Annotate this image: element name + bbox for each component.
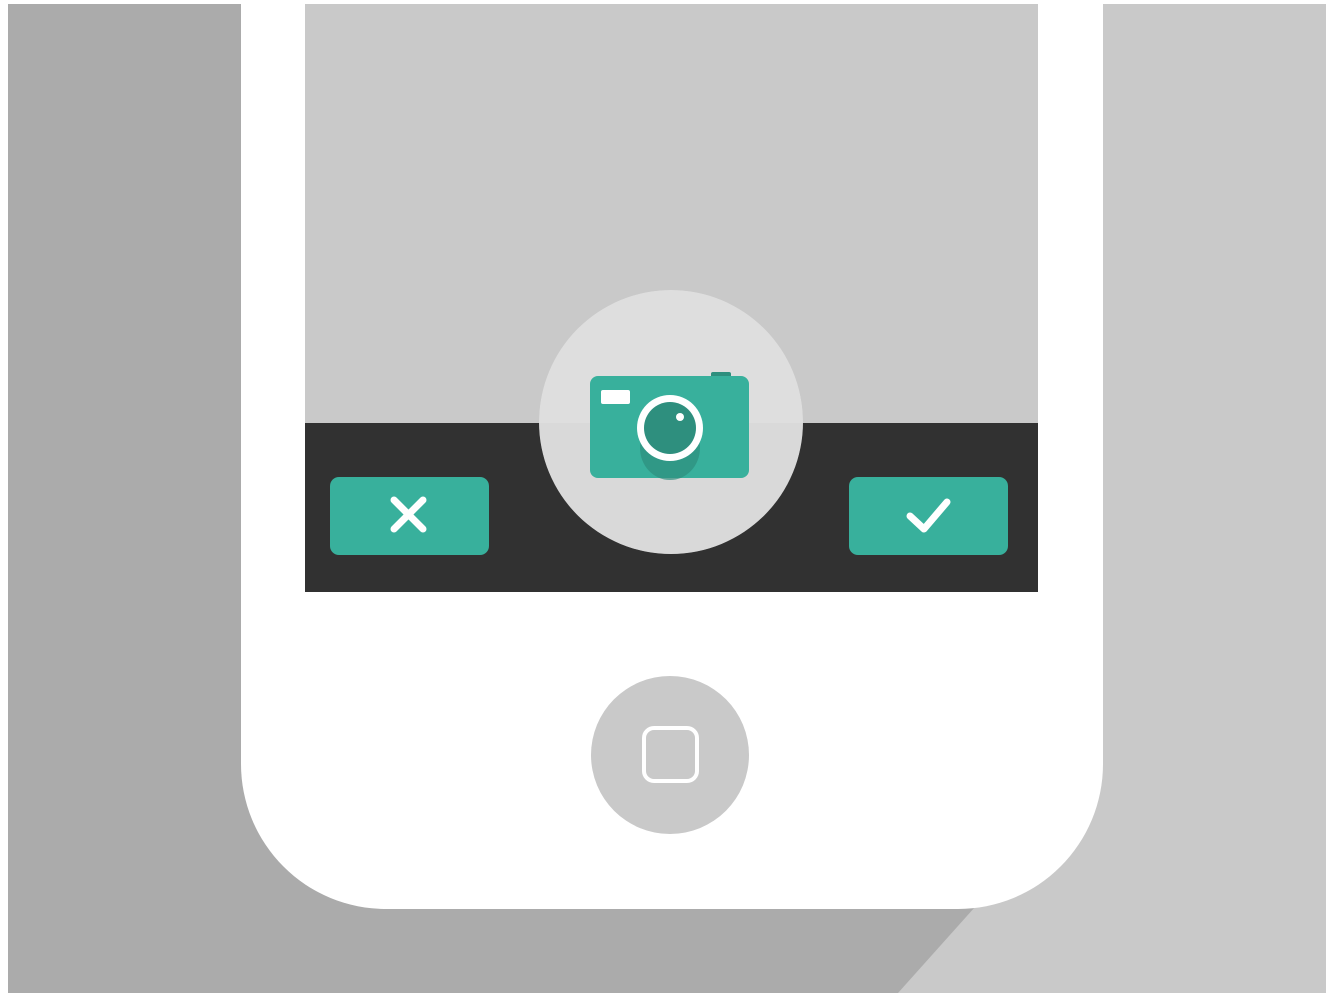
camera-icon	[590, 372, 749, 480]
cancel-button[interactable]	[330, 477, 489, 555]
home-button[interactable]	[591, 676, 749, 834]
confirm-button[interactable]	[849, 477, 1008, 555]
shutter-button[interactable]	[539, 290, 803, 554]
illustration-stage	[8, 4, 1326, 993]
